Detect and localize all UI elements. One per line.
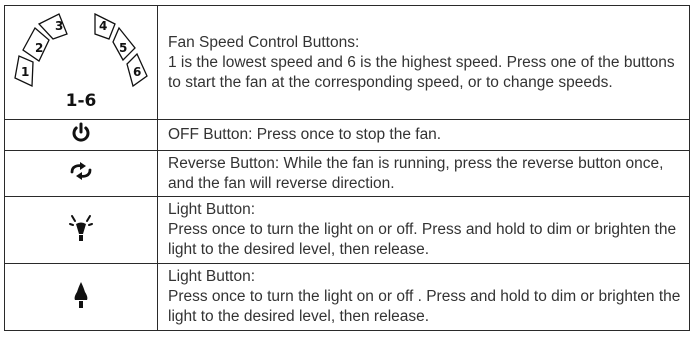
description-cell: Reverse Button: While the fan is running… <box>157 150 690 197</box>
row-title: OFF Button: Press once to stop the fan. <box>168 126 442 143</box>
key-5-label: 5 <box>119 41 127 55</box>
table-row: Light Button: Press once to turn the lig… <box>4 263 690 331</box>
table-row: Light Button: Press once to turn the lig… <box>4 196 690 264</box>
description-cell: Light Button: Press once to turn the lig… <box>157 196 690 264</box>
icon-cell <box>4 150 158 197</box>
table-row: OFF Button: Press once to stop the fan. <box>4 119 690 151</box>
fan-speed-keypad-icon: 1 2 3 4 5 6 1-6 <box>11 6 151 119</box>
table-row: 1 2 3 4 5 6 1-6 Fan Speed Control Button… <box>4 5 690 120</box>
key-3-label: 3 <box>55 19 63 33</box>
key-4-label: 4 <box>99 19 107 33</box>
reverse-arrows-icon <box>68 161 94 186</box>
row-title: Fan Speed Control Buttons: <box>168 33 360 51</box>
remote-buttons-table: 1 2 3 4 5 6 1-6 Fan Speed Control Button… <box>4 5 690 331</box>
row-body: 1 is the lowest speed and 6 is the highe… <box>168 53 675 91</box>
row-title: Light Button: <box>168 201 256 218</box>
icon-cell <box>4 119 158 151</box>
row-body: Press once to turn the light on or off .… <box>168 288 681 325</box>
row-title: Light Button: <box>168 268 256 285</box>
power-icon <box>70 122 92 149</box>
icon-cell: 1 2 3 4 5 6 1-6 <box>4 5 158 120</box>
key-6-label: 6 <box>133 65 141 79</box>
row-body: Press once to turn the light on or off. … <box>168 221 677 258</box>
icon-cell <box>4 196 158 264</box>
light-bulb-on-icon <box>68 213 94 248</box>
description-cell: Light Button: Press once to turn the lig… <box>157 263 690 331</box>
row-title: Reverse Button: While the fan is running… <box>168 154 664 192</box>
key-2-label: 2 <box>35 41 43 55</box>
icon-cell <box>4 263 158 331</box>
description-cell: Fan Speed Control Buttons: 1 is the lowe… <box>157 5 690 120</box>
description-cell: OFF Button: Press once to stop the fan. <box>157 119 690 151</box>
light-bulb-icon <box>71 280 91 315</box>
table-row: Reverse Button: While the fan is running… <box>4 150 690 197</box>
speed-range-label: 1-6 <box>66 91 97 111</box>
key-1-label: 1 <box>21 65 29 79</box>
